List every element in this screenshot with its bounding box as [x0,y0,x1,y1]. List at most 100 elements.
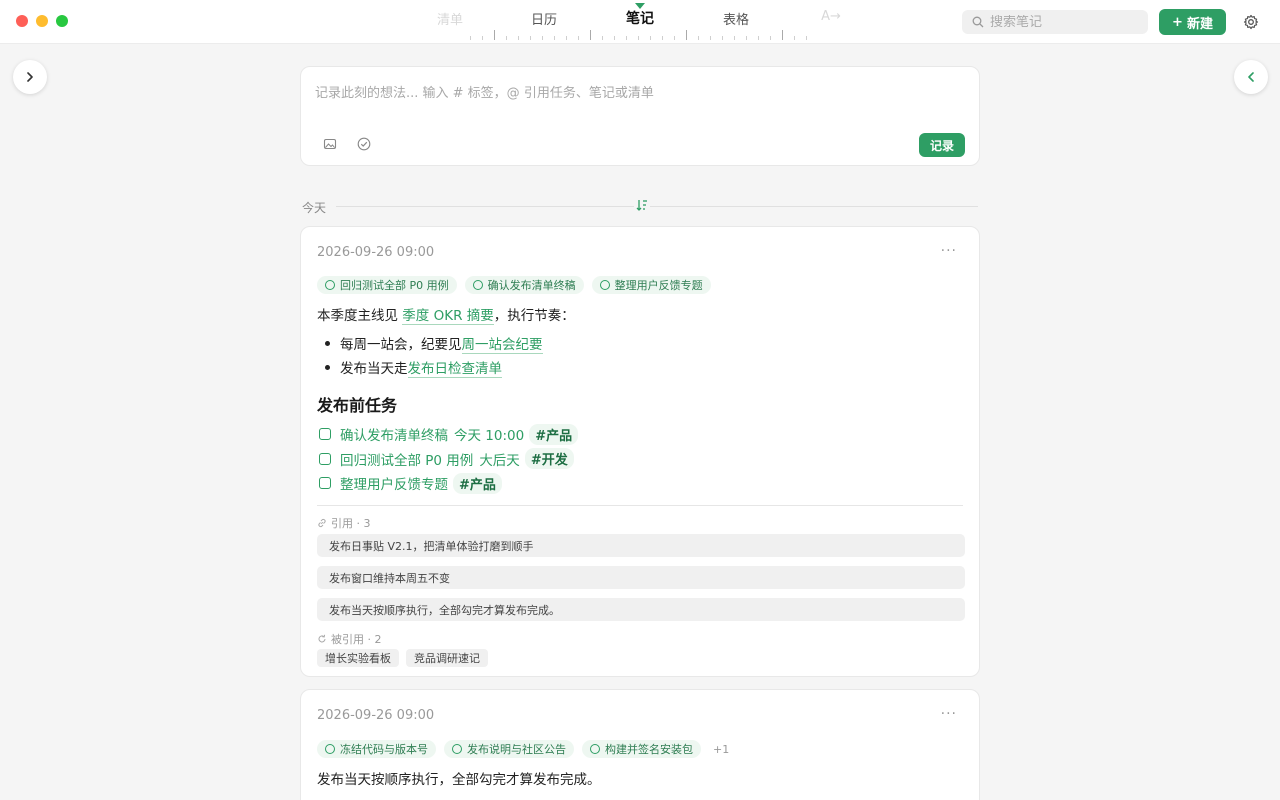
ruler-tick [482,36,483,40]
ruler-tick [746,36,747,40]
tab-more[interactable]: A→ [821,9,841,24]
tag-badge[interactable]: #产品 [529,423,579,445]
ruler-tick [614,36,615,40]
note-card[interactable]: 2026-09-26 09:00 ··· 回归测试全部 P0 用例 确认发布清单… [300,226,980,677]
task-checkbox[interactable] [319,428,331,441]
task-item[interactable]: 整理用户反馈专题 #产品 [319,471,578,496]
backlinks-header: 被引用 · 2 [317,631,382,647]
task-item[interactable]: 确认发布清单终稿 今天 10:00 #产品 [319,422,579,447]
note-card[interactable]: 2026-09-26 09:00 ··· 冻结代码与版本号 发布说明与社区公告 … [300,689,980,800]
bullet-text: 发布当天走 [340,361,408,377]
tab-table[interactable]: 表格 [723,9,749,28]
gear-icon[interactable] [1243,14,1259,30]
record-button[interactable]: 记录 [919,133,965,157]
tag-badge[interactable]: #开发 [524,448,574,470]
task-ring-icon [325,744,335,754]
ruler-tick [626,36,627,40]
task-chip[interactable]: 冻结代码与版本号 [317,740,436,758]
backlinks-label: 被引用 · 2 [331,633,382,646]
ruler-tick [530,36,531,40]
ruler-tick [782,30,783,40]
tab-notes[interactable]: 笔记 [626,8,654,28]
task-chip[interactable]: 回归测试全部 P0 用例 [317,276,457,294]
intro-text: ，执行节奏： [493,308,575,324]
references-header: 引用 · 3 [317,515,371,531]
task-checkbox[interactable] [319,452,331,465]
search-box[interactable] [962,10,1148,34]
list-item: 发布当天走 发布日检查清单 [317,355,543,379]
note-timestamp: 2026-09-26 09:00 [317,708,435,723]
close-window-button[interactable] [16,15,28,27]
intro-text: 本季度主线见 [317,308,403,324]
reference-item[interactable]: 发布窗口维持本周五不变 [317,566,965,589]
composer-input[interactable]: 记录此刻的想法... 输入 # 标签，@ 引用任务、笔记或清单 [315,82,654,101]
reference-item[interactable]: 发布当天按顺序执行，全部勾完才算发布完成。 [317,598,965,621]
tab-list[interactable]: 清单 [437,9,463,28]
task-chip[interactable]: 整理用户反馈专题 [591,276,711,294]
task-checkbox[interactable] [319,477,331,490]
ruler-tick [674,36,675,40]
task-chip[interactable]: 构建并签名安装包 [582,740,701,758]
bullet-icon [325,340,330,346]
task-title[interactable]: 整理用户反馈专题 [340,473,448,493]
reference-item[interactable]: 发布日事贴 V2.1，把清单体验打磨到顺手 [317,534,965,557]
task-list: 确认发布清单终稿 今天 10:00 #产品 回归测试全部 P0 用例 大后天 #… [319,422,579,496]
search-input[interactable] [990,14,1140,30]
task-title[interactable]: 确认发布清单终稿 [340,424,448,444]
more-options-icon[interactable]: ··· [941,706,957,722]
note-link[interactable]: 周一站会纪要 [461,333,543,354]
note-link[interactable]: 季度 OKR 摘要 [402,308,494,325]
task-chip[interactable]: 发布说明与社区公告 [444,740,574,758]
expand-sidebar-button[interactable] [13,60,47,94]
task-title[interactable]: 回归测试全部 P0 用例 [340,449,473,469]
ruler-tick [506,36,507,40]
ruler-tick [602,36,603,40]
expand-right-panel-button[interactable] [1234,60,1268,94]
note-timestamp: 2026-09-26 09:00 [317,245,435,260]
tab-calendar[interactable]: 日历 [531,9,557,28]
search-icon [972,16,984,28]
bullet-list: 每周一站会，纪要见 周一站会纪要 发布当天走 发布日检查清单 [317,331,543,379]
backlink-item[interactable]: 增长实验看板 [317,649,399,667]
linked-task-chips: 回归测试全部 P0 用例 确认发布清单终稿 整理用户反馈专题 [317,276,711,294]
ruler-tick [638,36,639,40]
ruler-tick [470,36,471,40]
note-body: 发布当天按顺序执行，全部勾完才算发布完成。 [317,772,601,788]
refresh-icon [318,634,326,643]
section-label: 今天 [302,201,327,215]
more-chips-count[interactable]: +1 [713,743,729,756]
task-check-icon[interactable] [357,137,371,151]
sort-icon[interactable] [634,197,650,216]
ruler-tick [794,36,795,40]
note-link[interactable]: 发布日检查清单 [407,357,502,378]
note-composer[interactable]: 记录此刻的想法... 输入 # 标签，@ 引用任务、笔记或清单 记录 [300,66,980,166]
chip-label: 发布说明与社区公告 [467,743,566,756]
references-label: 引用 · 3 [331,517,371,530]
ruler-tick [710,36,711,40]
divider [336,206,978,207]
task-item[interactable]: 回归测试全部 P0 用例 大后天 #开发 [319,447,578,472]
chip-label: 回归测试全部 P0 用例 [340,279,449,292]
chevron-left-icon [1248,72,1254,82]
tag-badge[interactable]: #产品 [453,472,502,494]
ruler-tick [590,30,591,40]
backlink-item[interactable]: 竞品调研速记 [406,649,488,667]
bullet-text: 每周一站会，纪要见 [340,337,462,353]
zoom-window-button[interactable] [56,15,68,27]
link-icon [318,518,326,528]
window-controls [16,15,68,27]
ruler-tick [770,36,771,40]
task-ring-icon [472,280,483,290]
minimize-window-button[interactable] [36,15,48,27]
new-note-button[interactable]: + 新建 [1159,9,1226,35]
chip-label: 构建并签名安装包 [605,743,693,756]
image-icon[interactable] [323,137,337,151]
task-chip[interactable]: 确认发布清单终稿 [464,276,584,294]
chip-label: 冻结代码与版本号 [340,743,428,756]
ruler-tick [686,30,687,40]
view-ruler [470,30,810,42]
ruler-tick [758,36,759,40]
more-options-icon[interactable]: ··· [941,243,957,259]
task-ring-icon [452,744,462,754]
task-ring-icon [590,744,600,754]
